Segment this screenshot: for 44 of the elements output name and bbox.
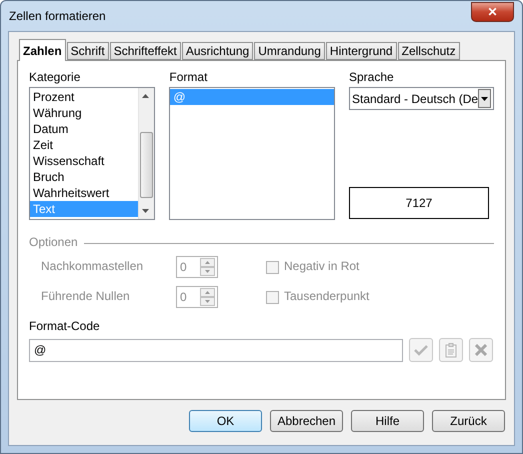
scrollbar[interactable] (138, 88, 154, 219)
close-icon (475, 344, 487, 356)
delete-button[interactable] (469, 338, 493, 362)
language-dropdown[interactable]: Standard - Deutsch (De (349, 87, 494, 110)
scroll-up-icon[interactable] (142, 94, 150, 98)
scroll-thumb[interactable] (140, 132, 154, 198)
dialog-button[interactable]: Zurück (432, 410, 505, 432)
clipboard-icon (445, 342, 457, 358)
checkmark-icon (414, 344, 428, 356)
dialog-button[interactable]: Abbrechen (270, 410, 343, 432)
apply-button[interactable] (409, 338, 433, 362)
list-item[interactable]: Wahrheitswert (30, 185, 138, 201)
dialog-button[interactable]: Hilfe (351, 410, 424, 432)
tab[interactable]: Hintergrund (326, 42, 397, 60)
list-item[interactable]: Währung (30, 105, 138, 121)
category-label: Kategorie (29, 69, 82, 86)
window-title: Zellen formatieren (9, 9, 106, 23)
options-group-label: Optionen (29, 234, 78, 251)
spinner-label: Nachkommastellen (41, 258, 144, 275)
list-item[interactable]: Bruch (30, 169, 138, 185)
list-item[interactable]: Wissenschaft (30, 153, 138, 169)
tab[interactable]: Ausrichtung (182, 42, 254, 60)
dialog-button[interactable]: OK (189, 410, 262, 432)
format-code-field[interactable]: @ (29, 338, 403, 362)
tab[interactable]: Zellschutz (398, 42, 460, 60)
comment-button[interactable] (439, 338, 463, 362)
category-list[interactable]: Prozent Währung Datum Zeit Wissenschaft Bruch Wahrheitswert Text (29, 87, 156, 220)
spin-arrows-icon[interactable] (200, 288, 215, 306)
tab[interactable]: Schrifteffekt (110, 42, 181, 60)
list-item[interactable]: Prozent (30, 89, 138, 105)
close-button[interactable]: ✕ (471, 2, 514, 22)
list-item[interactable]: Zeit (30, 137, 138, 153)
language-label: Sprache (349, 69, 395, 86)
tab[interactable]: Umrandung (254, 42, 325, 60)
format-code-label: Format-Code (29, 318, 101, 335)
tab[interactable]: Schrift (66, 42, 109, 60)
format-label: Format (169, 69, 208, 86)
dropdown-arrow-icon (481, 96, 488, 100)
format-preview: 7127 (349, 187, 489, 219)
tab[interactable]: Zahlen (19, 39, 66, 61)
spin-arrows-icon[interactable] (200, 258, 215, 276)
scroll-down-icon[interactable] (142, 209, 150, 213)
spinner-label: Führende Nullen (41, 288, 131, 305)
list-item[interactable]: Datum (30, 121, 138, 137)
